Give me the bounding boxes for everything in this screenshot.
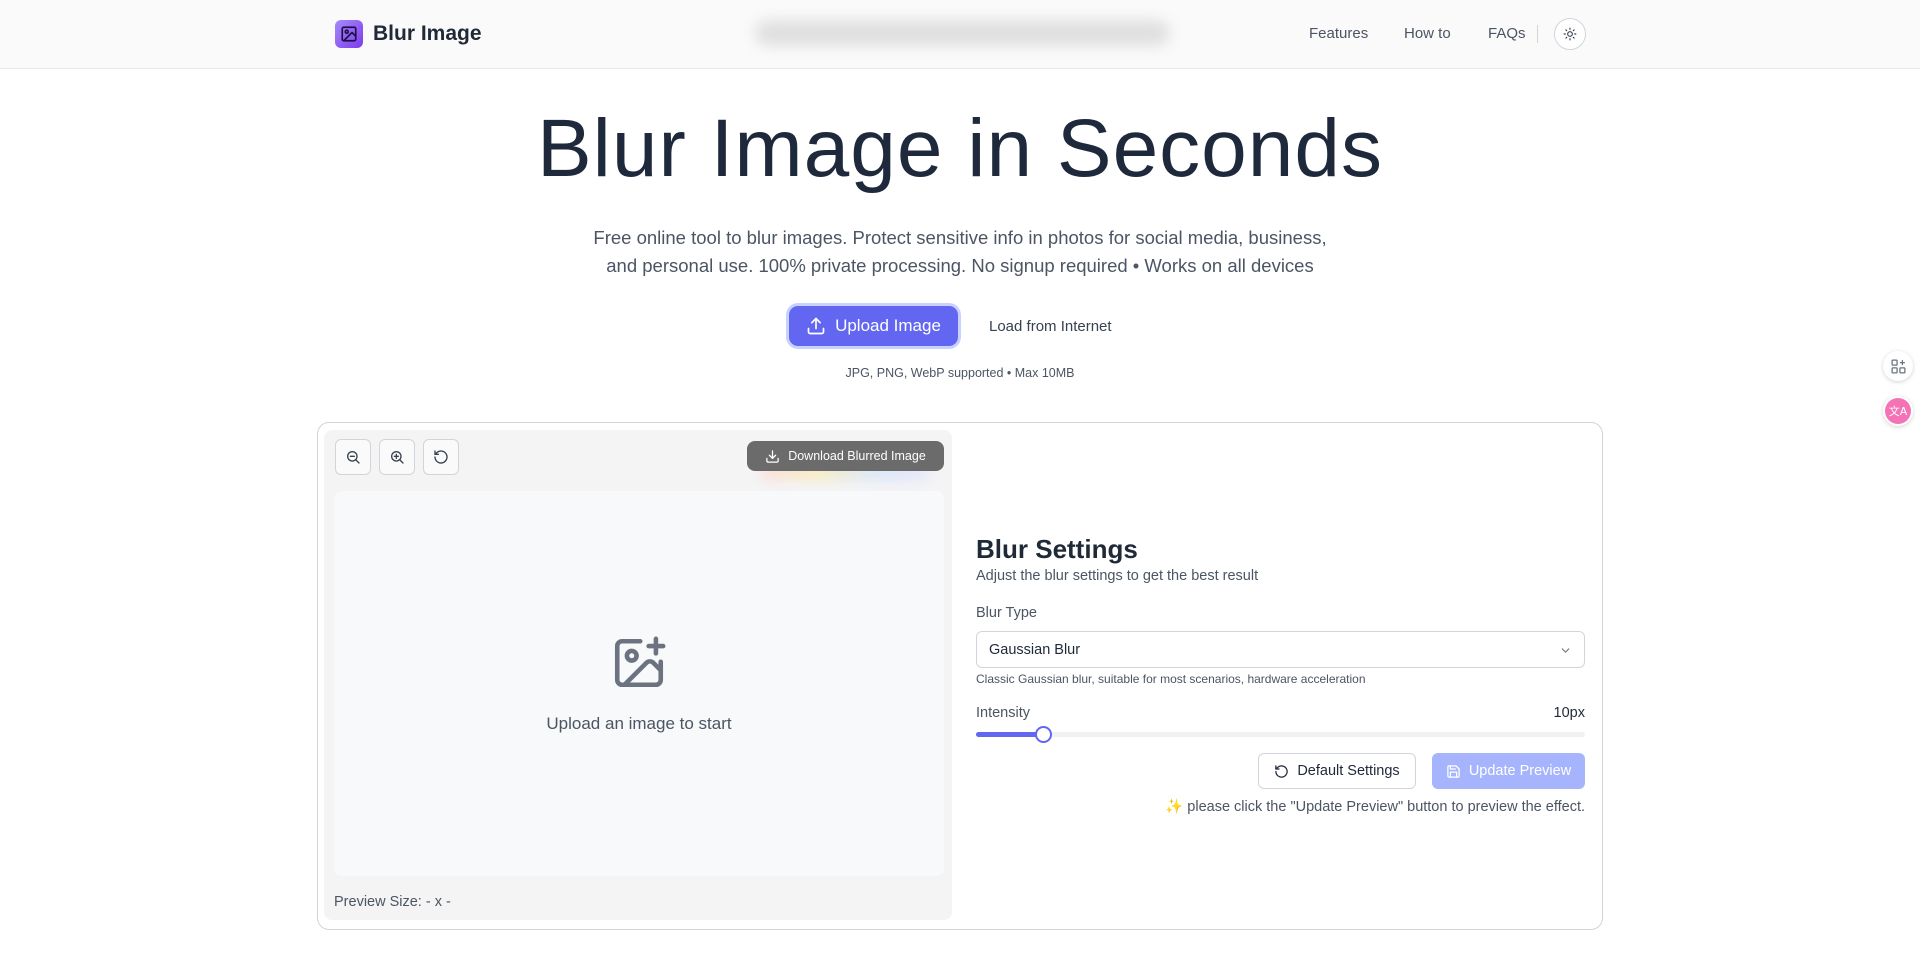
download-label: Download Blurred Image [788,449,926,463]
intensity-value: 10px [1553,705,1585,721]
settings-subtitle: Adjust the blur settings to get the best… [976,568,1259,584]
reset-view-button[interactable] [423,439,459,475]
load-from-internet-button[interactable]: Load from Internet [975,306,1126,346]
default-settings-label: Default Settings [1297,763,1400,779]
translate-icon: 文A [1885,398,1911,424]
intensity-slider-thumb[interactable] [1034,726,1052,743]
rotate-ccw-icon [434,450,448,464]
hero-subtitle: Free online tool to blur images. Protect… [460,224,1460,280]
image-logo-icon [335,20,363,48]
update-preview-button[interactable]: Update Preview [1432,753,1585,789]
zoom-out-icon [347,451,360,464]
upload-icon [807,317,825,335]
empty-preview-text: Upload an image to start [546,714,732,733]
supported-formats-note: JPG, PNG, WebP supported • Max 10MB [845,366,1075,380]
blur-type-select[interactable]: Gaussian Blur [976,631,1585,668]
sun-icon [1563,27,1577,41]
nav-features[interactable]: Features [1309,25,1368,42]
default-settings-button[interactable]: Default Settings [1258,753,1416,789]
settings-title: Blur Settings [976,534,1138,564]
update-preview-label: Update Preview [1468,763,1572,779]
chevron-down-icon [1561,648,1570,653]
nav-faqs[interactable]: FAQs [1488,25,1526,42]
intensity-slider-fill [976,732,1043,737]
preview-size-readout: Preview Size: - x - [334,894,451,910]
top-header: Blur Image Features How to FAQs [0,0,1920,69]
hero-title: Blur Image in Seconds [536,103,1383,194]
nav-divider [1537,25,1538,43]
blur-type-label: Blur Type [976,605,1037,621]
zoom-in-button[interactable] [379,439,415,475]
sparkles-icon: ✨ [1165,799,1184,815]
upload-image-button[interactable]: Upload Image [789,306,958,346]
zoom-out-button[interactable] [335,439,371,475]
nav-how-to[interactable]: How to [1404,25,1451,42]
translate-float-button[interactable]: 文A [1883,396,1913,426]
svg-text:文A: 文A [1889,404,1908,418]
image-plus-icon [610,634,668,697]
hero-subtitle-line-2: and personal use. 100% private processin… [606,255,1314,276]
blur-type-hint: Classic Gaussian blur, suitable for most… [976,672,1366,686]
zoom-in-icon [391,451,404,464]
apps-add-icon [1890,358,1906,374]
app-name: Blur Image [373,22,482,45]
download-icon [766,449,779,463]
theme-toggle-button[interactable] [1554,18,1586,50]
update-note-text: please click the "Update Preview" button… [1187,799,1585,815]
app-logo[interactable]: Blur Image [335,20,482,48]
download-blurred-image-button[interactable]: Download Blurred Image [747,441,944,471]
save-icon [1447,764,1460,778]
apps-float-button[interactable] [1883,351,1913,381]
hero-subtitle-line-1: Free online tool to blur images. Protect… [593,227,1327,248]
blur-type-value: Gaussian Blur [989,641,1081,658]
update-preview-note: ✨ please click the "Update Preview" butt… [1000,798,1585,815]
intensity-slider-track[interactable] [976,732,1585,737]
upload-image-label: Upload Image [835,316,941,335]
rotate-ccw-icon [1275,764,1289,778]
intensity-label: Intensity [976,705,1030,721]
blurred-announcement [755,20,1170,46]
